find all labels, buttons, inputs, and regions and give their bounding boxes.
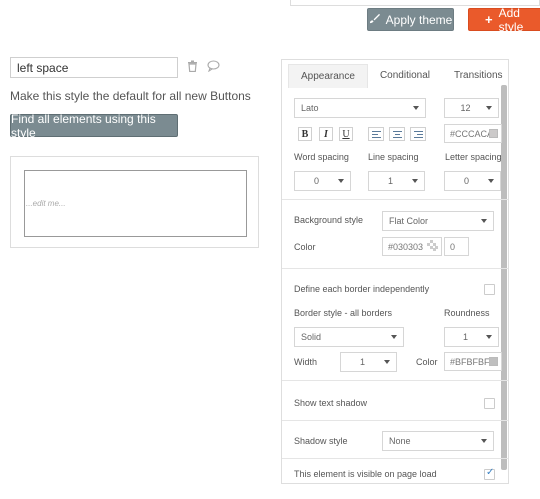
transparency-icon[interactable]: [427, 240, 438, 254]
word-spacing-select[interactable]: 0: [294, 171, 351, 191]
apply-theme-button[interactable]: Apply theme: [367, 8, 454, 31]
word-spacing-value: 0: [313, 176, 319, 186]
preview-placeholder: ...edit me...: [26, 199, 66, 208]
background-color-value: #030303: [388, 241, 424, 252]
font-color-swatch[interactable]: [489, 129, 498, 138]
align-left-icon[interactable]: [368, 127, 384, 141]
background-opacity-field[interactable]: 0: [444, 237, 469, 256]
border-color-label: Color: [416, 357, 438, 367]
italic-button[interactable]: I: [319, 127, 333, 141]
line-spacing-select[interactable]: 1: [368, 171, 425, 191]
border-style-select[interactable]: Solid: [294, 327, 404, 347]
border-style-label: Border style - all borders: [294, 308, 393, 318]
tab-conditional[interactable]: Conditional: [368, 64, 442, 88]
plus-icon: +: [485, 12, 493, 27]
preview-element[interactable]: ...edit me...: [24, 170, 247, 237]
border-color-swatch[interactable]: [489, 357, 498, 366]
style-preview: ...edit me...: [10, 156, 259, 248]
line-spacing-label: Line spacing: [368, 152, 419, 162]
text-shadow-label: Show text shadow: [294, 398, 368, 408]
border-color-value: #BFBFBF: [450, 356, 490, 367]
letter-spacing-select[interactable]: 0: [444, 171, 501, 191]
default-style-link[interactable]: Make this style the default for all new …: [10, 89, 251, 103]
section-divider: [282, 380, 508, 381]
roundness-select[interactable]: 1: [444, 327, 499, 347]
border-style-value: Solid: [301, 332, 322, 342]
find-elements-button[interactable]: Find all elements using this style: [10, 111, 178, 140]
section-divider: [282, 420, 508, 421]
add-style-button[interactable]: + Add style: [468, 5, 540, 34]
apply-theme-label: Apply theme: [385, 12, 453, 27]
section-divider: [282, 268, 508, 269]
letter-spacing-value: 0: [463, 176, 469, 186]
visible-on-load-checkbox[interactable]: [484, 467, 495, 480]
section-divider: [282, 199, 508, 200]
letter-spacing-label: Letter spacing: [445, 152, 502, 162]
background-style-value: Flat Color: [389, 216, 429, 226]
border-independent-label: Define each border independently: [294, 284, 430, 294]
bold-button[interactable]: B: [298, 127, 312, 141]
border-independent-checkbox[interactable]: [484, 284, 495, 295]
word-spacing-label: Word spacing: [294, 152, 349, 162]
line-spacing-value: 1: [387, 176, 393, 186]
font-color-value: #CCCACA: [450, 128, 494, 139]
align-right-icon[interactable]: [410, 127, 426, 141]
comment-icon[interactable]: [207, 60, 220, 75]
border-width-value: 1: [359, 357, 365, 367]
border-width-label: Width: [294, 357, 318, 367]
roundness-value: 1: [462, 332, 468, 342]
background-color-label: Color: [294, 242, 316, 252]
font-family-value: Lato: [301, 103, 319, 113]
underline-button[interactable]: U: [339, 127, 353, 141]
section-divider: [282, 458, 508, 459]
border-width-select[interactable]: 1: [340, 352, 397, 372]
background-style-label: Background style: [294, 215, 364, 225]
shadow-style-select[interactable]: None: [382, 431, 494, 451]
find-elements-label: Find all elements using this style: [11, 111, 156, 140]
background-style-select[interactable]: Flat Color: [382, 211, 494, 231]
font-family-select[interactable]: Lato: [294, 98, 426, 118]
visible-on-load-label: This element is visible on page load: [294, 469, 437, 479]
font-size-select[interactable]: 12: [444, 98, 499, 118]
roundness-label: Roundness: [444, 308, 490, 318]
trash-icon[interactable]: [187, 60, 198, 75]
align-center-icon[interactable]: [389, 127, 405, 141]
tab-appearance[interactable]: Appearance: [288, 64, 368, 88]
brush-icon: [369, 13, 380, 27]
shadow-style-label: Shadow style: [294, 436, 348, 446]
panel-tabs: Appearance Conditional Transitions: [288, 64, 515, 88]
text-shadow-checkbox[interactable]: [484, 398, 495, 409]
style-properties-panel: Appearance Conditional Transitions Lato …: [281, 59, 509, 484]
add-style-label: Add style: [498, 5, 524, 34]
style-name-input[interactable]: [10, 57, 178, 78]
font-size-value: 12: [460, 103, 471, 113]
shadow-style-value: None: [389, 436, 411, 446]
background-opacity-value: 0: [450, 241, 456, 252]
